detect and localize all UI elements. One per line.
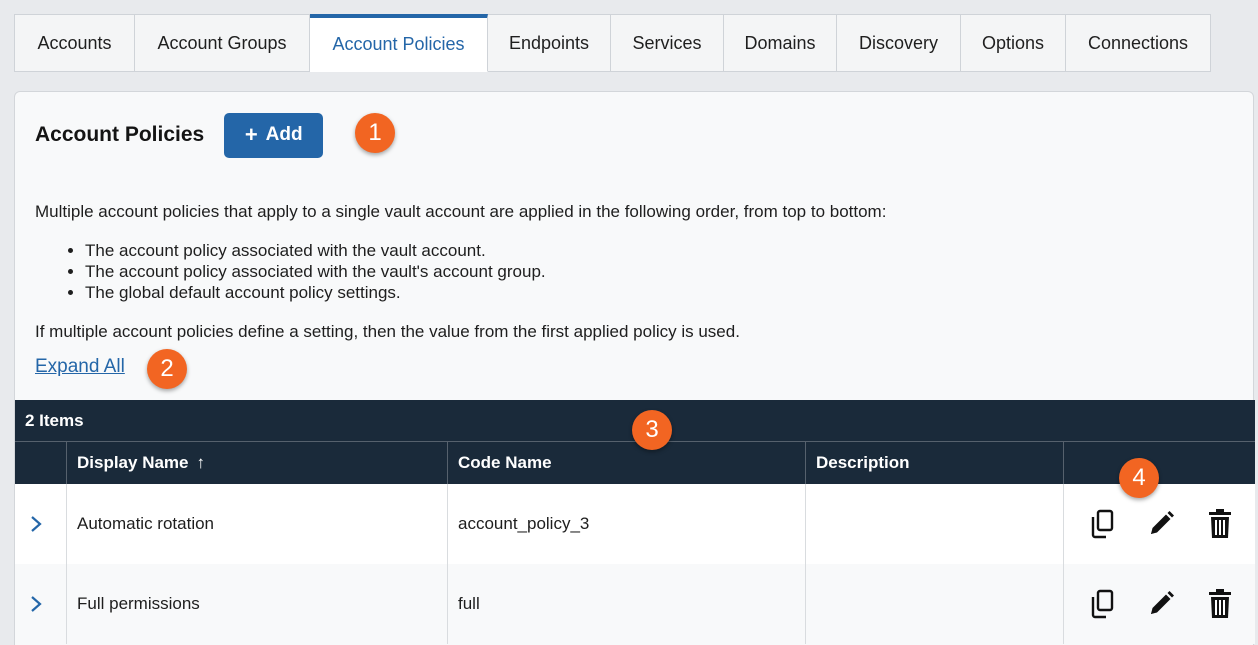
order-intro-text: Multiple account policies that apply to …	[35, 202, 887, 221]
tab-connections[interactable]: Connections	[1066, 14, 1211, 72]
callout-badge-1: 1	[355, 113, 395, 153]
table-row: Full permissions full	[15, 564, 1255, 644]
tab-options[interactable]: Options	[961, 14, 1066, 72]
column-header-label: Description	[816, 453, 910, 472]
column-header-code-name[interactable]: Code Name	[448, 442, 806, 484]
actions-cell	[1064, 484, 1255, 564]
sort-ascending-icon: ↑	[196, 453, 206, 472]
order-rule-item: The account policy associated with the v…	[85, 261, 546, 282]
order-rule-item: The global default account policy settin…	[85, 282, 546, 303]
tab-domains[interactable]: Domains	[724, 14, 837, 72]
account-policies-panel: Account Policies + Add 1 Multiple accoun…	[14, 91, 1255, 645]
row-actions	[1064, 507, 1255, 541]
tab-endpoints[interactable]: Endpoints	[488, 14, 611, 72]
page-title: Account Policies	[35, 123, 205, 146]
tab-bar: Accounts Account Groups Account Policies…	[14, 14, 1211, 72]
code-name-cell: full	[448, 564, 806, 644]
column-header-label: Code Name	[458, 453, 552, 472]
expand-all-link[interactable]: Expand All	[35, 356, 125, 378]
panel-header: Account Policies + Add	[35, 112, 324, 158]
chevron-right-icon[interactable]	[21, 509, 51, 539]
description-cell	[806, 484, 1064, 564]
copy-icon[interactable]	[1085, 507, 1119, 541]
table-row: Automatic rotation account_policy_3	[15, 484, 1255, 564]
chevron-right-icon[interactable]	[21, 589, 51, 619]
trash-icon[interactable]	[1203, 507, 1237, 541]
expand-column-header	[15, 442, 67, 484]
callout-badge-4: 4	[1119, 458, 1159, 498]
description-cell	[806, 564, 1064, 644]
order-rule-item: The account policy associated with the v…	[85, 240, 546, 261]
expand-cell	[15, 484, 67, 564]
display-name-cell: Full permissions	[67, 564, 448, 644]
order-rules-list: The account policy associated with the v…	[85, 240, 546, 303]
policy-precedence-note: If multiple account policies define a se…	[35, 322, 740, 341]
column-header-description[interactable]: Description	[806, 442, 1064, 484]
expand-cell	[15, 564, 67, 644]
copy-icon[interactable]	[1085, 587, 1119, 621]
row-actions	[1064, 587, 1255, 621]
pencil-icon[interactable]	[1144, 587, 1178, 621]
callout-badge-3: 3	[632, 410, 672, 450]
add-button-label: Add	[265, 124, 303, 145]
column-header-label: Display Name	[77, 453, 189, 472]
code-name-cell: account_policy_3	[448, 484, 806, 564]
actions-column-header	[1064, 442, 1255, 484]
callout-badge-2: 2	[147, 349, 187, 389]
tab-account-policies[interactable]: Account Policies	[310, 14, 488, 72]
column-header-display-name[interactable]: Display Name ↑	[67, 442, 448, 484]
actions-cell	[1064, 564, 1255, 644]
tab-services[interactable]: Services	[611, 14, 724, 72]
plus-icon: +	[244, 122, 258, 147]
add-button[interactable]: + Add	[224, 112, 324, 158]
tab-account-groups[interactable]: Account Groups	[135, 14, 310, 72]
grid-header-row: Display Name ↑ Code Name Description	[15, 442, 1255, 484]
pencil-icon[interactable]	[1144, 507, 1178, 541]
tab-accounts[interactable]: Accounts	[15, 14, 135, 72]
trash-icon[interactable]	[1203, 587, 1237, 621]
display-name-cell: Automatic rotation	[67, 484, 448, 564]
tab-discovery[interactable]: Discovery	[837, 14, 961, 72]
